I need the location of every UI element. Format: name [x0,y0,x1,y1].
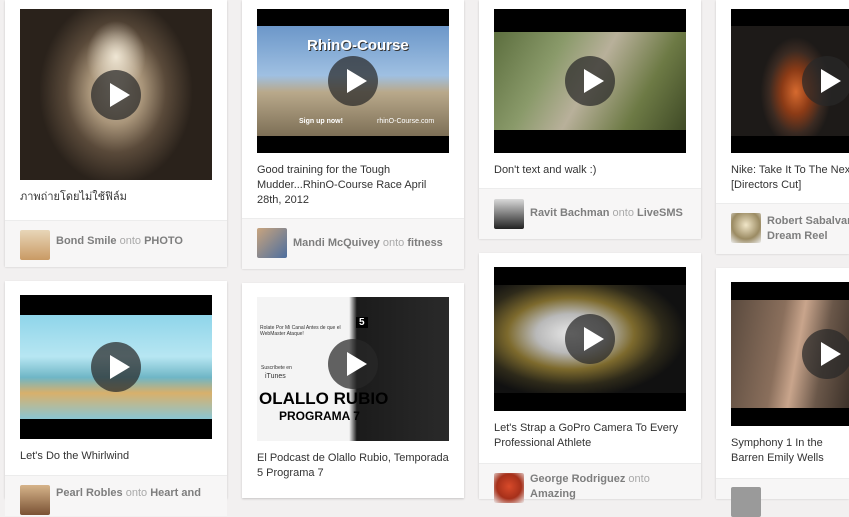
user-name-link[interactable]: Pearl Robles [56,487,123,499]
pin-description: Nike: Take It To The Next Level [Directo… [731,164,849,191]
attribution-text: Ravit Bachman onto LiveSMS [530,206,695,221]
avatar[interactable] [20,230,50,260]
onto-label: onto [119,235,141,247]
rhino-signup: Sign up now! [299,118,343,125]
attribution-text: Bond Smile onto PHOTO [56,234,221,249]
pin-description: Let's Do the Whirlwind [20,450,130,462]
pin-card[interactable]: Let's Do the Whirlwind Pearl Robles onto… [5,281,227,516]
play-icon[interactable] [565,314,615,364]
pin-card[interactable]: RhinO-Course Sign up now! rhinO-Course.c… [242,0,464,269]
pin-card[interactable]: ภาพถ่ายโดยไม่ใช้ฟิล์ม Bond Smile onto PH… [5,0,227,267]
onto-label: onto [125,487,148,499]
avatar[interactable] [257,228,287,258]
video-thumbnail[interactable]: Rolate Por Mi Canal Antes de que el WebM… [257,297,449,441]
pin-description: Don't text and walk :) [494,164,597,176]
avatar[interactable] [494,199,524,229]
board-name-link[interactable]: fitness [407,237,442,249]
pin-attribution: George Rodriguez onto Amazing [479,463,701,503]
play-icon[interactable] [91,342,141,392]
user-name-link[interactable]: Ravit Bachman [530,207,609,219]
pin-attribution: Robert Sabalvaro onto Dream Reel [716,203,849,254]
user-name-link[interactable]: Mandi McQuivey [293,237,380,249]
user-name-link[interactable]: Bond Smile [56,235,117,247]
play-icon[interactable] [565,56,615,106]
video-thumbnail[interactable] [20,9,212,180]
rhino-url: rhinO-Course.com [377,118,435,125]
pin-attribution: Ravit Bachman onto LiveSMS [479,188,701,239]
avatar[interactable] [731,213,761,243]
pin-card[interactable]: Rolate Por Mi Canal Antes de que el WebM… [242,283,464,498]
board-name-link[interactable]: Amazing [530,488,576,500]
attribution-text: Pearl Robles onto Heart and [56,486,221,501]
pin-attribution: Mandi McQuivey onto fitness [242,218,464,269]
pin-card[interactable]: Let's Strap a GoPro Camera To Every Prof… [479,253,701,503]
play-icon[interactable] [802,56,849,106]
pin-attribution [716,478,849,517]
avatar[interactable] [731,487,761,517]
avatar[interactable] [494,473,524,503]
onto-label: onto [382,237,405,249]
pin-description: El Podcast de Olallo Rubio, Temporada 5 … [257,452,449,479]
video-thumbnail[interactable] [731,9,849,153]
video-thumbnail[interactable]: RhinO-Course Sign up now! rhinO-Course.c… [257,9,449,153]
pin-card[interactable]: Symphony 1 In the Barren Emily Wells [716,268,849,517]
pin-attribution: Bond Smile onto PHOTO [5,220,227,267]
video-thumbnail[interactable] [731,282,849,426]
onto-label: onto [612,207,634,219]
play-icon[interactable] [328,339,378,389]
pin-attribution: Pearl Robles onto Heart and [5,475,227,516]
attribution-text: Mandi McQuivey onto fitness [293,236,458,251]
pin-card[interactable]: Nike: Take It To The Next Level [Directo… [716,0,849,254]
thumb-badge: 5 [356,317,368,328]
pin-description: Symphony 1 In the Barren Emily Wells [731,437,824,464]
board-name-link[interactable]: Heart and [150,487,201,499]
video-thumbnail[interactable] [20,295,212,439]
thumb-top-text: Rolate Por Mi Canal Antes de que el WebM… [260,325,341,337]
board-name-link[interactable]: PHOTO [144,235,183,247]
video-thumbnail[interactable] [494,9,686,153]
attribution-text: Robert Sabalvaro onto Dream Reel [767,214,849,244]
onto-label: onto [628,473,650,485]
board-name-link[interactable]: Dream Reel [767,230,828,242]
board-name-link[interactable]: LiveSMS [637,207,683,219]
video-thumbnail[interactable] [494,267,686,411]
play-icon[interactable] [91,69,141,120]
pin-description: Good training for the Tough Mudder...Rhi… [257,164,427,206]
play-icon[interactable] [328,56,378,106]
pin-card[interactable]: Don't text and walk :) Ravit Bachman ont… [479,0,701,239]
itunes-label: iTunes [265,373,286,380]
thumb-subtitle: PROGRAMA 7 [279,409,360,423]
user-name-link[interactable]: Robert Sabalvaro [767,215,849,227]
thumb-title: OLALLO RUBIO [259,389,389,408]
rhino-title: RhinO-Course [307,37,409,54]
play-icon[interactable] [802,329,849,379]
user-name-link[interactable]: George Rodriguez [530,473,625,485]
avatar[interactable] [20,485,50,515]
thumb-subscribe-text: Suscríbete en [261,365,292,371]
pin-description: Let's Strap a GoPro Camera To Every Prof… [494,422,679,449]
pin-description: ภาพถ่ายโดยไม่ใช้ฟิล์ม [20,191,127,203]
